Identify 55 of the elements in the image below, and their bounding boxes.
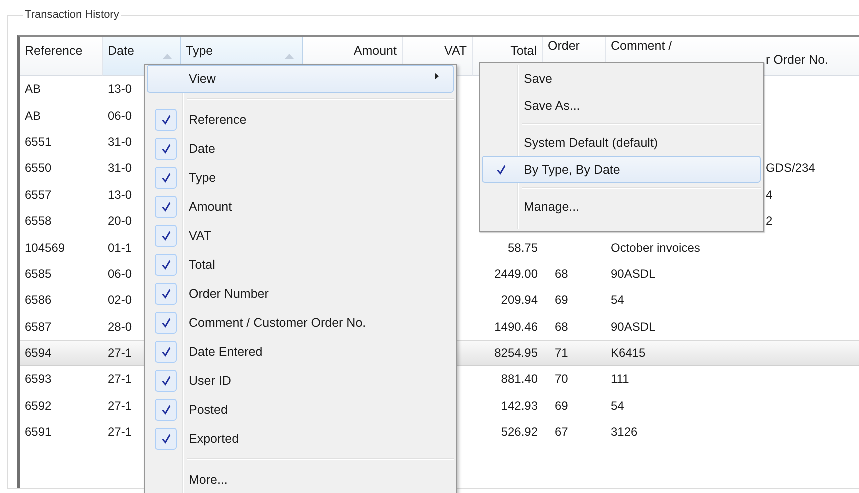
table-cell: 69	[555, 398, 568, 413]
table-cell: 27-1	[108, 425, 132, 440]
table-cell: 111	[611, 372, 630, 386]
table-cell: 71	[555, 346, 568, 360]
table-cell: 6587	[25, 320, 52, 334]
table-cell: 27-1	[108, 398, 132, 413]
table-cell: 69	[555, 293, 568, 308]
table-cell: 68	[555, 266, 568, 281]
table-cell: 27-1	[108, 346, 132, 360]
table-cell: 54	[611, 293, 624, 308]
table-cell: 2	[766, 214, 773, 228]
table-cell: 58.75	[508, 240, 538, 255]
table-cell: 02-0	[108, 293, 132, 308]
table-cell: 4	[766, 188, 773, 202]
table-cell: 6594	[25, 346, 52, 360]
table-cell: 881.40	[501, 372, 538, 386]
table-cell: October invoices	[611, 240, 700, 255]
table-cell: 67	[555, 425, 568, 440]
table-cell: 13-0	[108, 188, 132, 202]
table-cell: 27-1	[108, 372, 132, 386]
table-cell: 6551	[25, 134, 52, 149]
table-cell: 06-0	[108, 266, 132, 281]
table-cell: 6593	[25, 372, 52, 386]
group-title: Transaction History	[24, 10, 120, 21]
table-cell: 3126	[611, 425, 638, 440]
table-cell: 104569	[25, 240, 66, 255]
table-cell: 2449.00	[494, 266, 538, 281]
table-cell: 209.94	[501, 293, 538, 308]
table-cell: AB	[25, 108, 42, 123]
table-cell: 8254.95	[494, 346, 538, 360]
table-cell: 6585	[25, 266, 52, 281]
table-cell: 6557	[25, 188, 52, 202]
table-cell: 6558	[25, 214, 52, 228]
table-cell: 13-0	[108, 82, 132, 96]
table-cell: 70	[555, 372, 568, 386]
table-cell: K6415	[611, 346, 646, 360]
table-cell: 20-0	[108, 214, 132, 228]
table-cell: 68	[555, 320, 568, 334]
table-cell: AB	[25, 82, 42, 96]
table-cell: 54	[611, 398, 624, 413]
table-cell: 6592	[25, 398, 52, 413]
table-cell: 90ASDL	[611, 266, 656, 281]
table-cell: 01-1	[108, 240, 132, 255]
table-cell: 526.92	[501, 425, 538, 440]
table-cell: 28-0	[108, 320, 132, 334]
table-cell: 6591	[25, 425, 52, 440]
table-cell: 31-0	[108, 161, 132, 176]
table-cell: 142.93	[501, 398, 538, 413]
table-cell: 6550	[25, 161, 52, 176]
table-cell: GDS/234	[766, 161, 816, 176]
table-cell: 1490.46	[494, 320, 538, 334]
table-cell: 31-0	[108, 134, 132, 149]
table-cell: 90ASDL	[611, 320, 656, 334]
table-cell: 6586	[25, 293, 52, 308]
table-cell: 06-0	[108, 108, 132, 123]
